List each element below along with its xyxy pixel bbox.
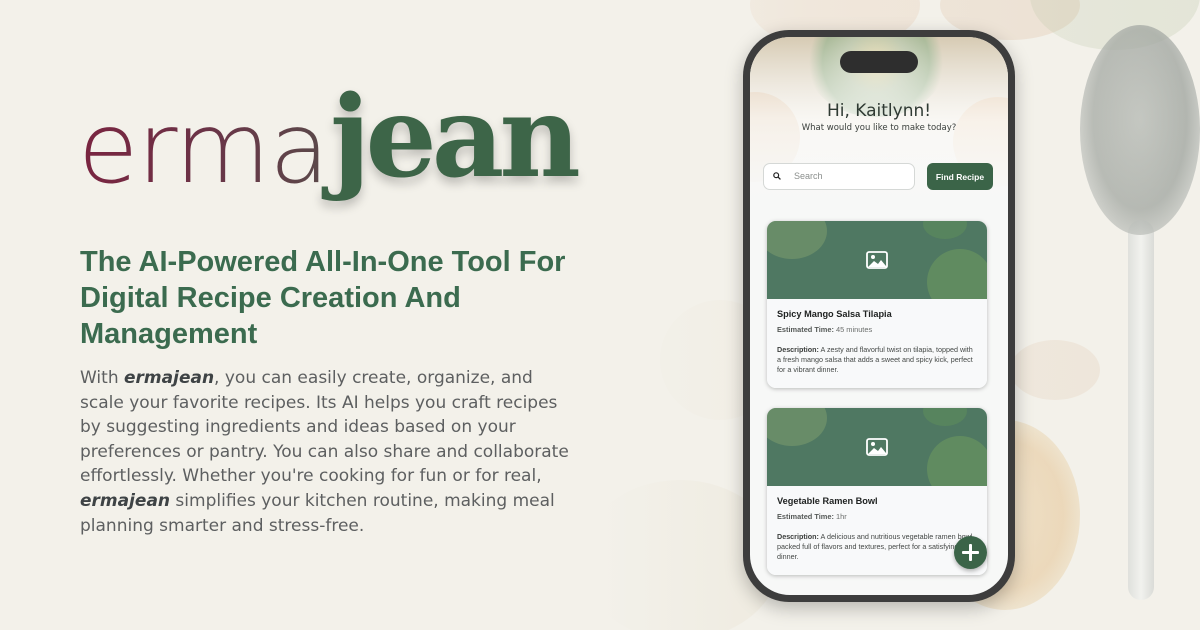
description-label: Description: (777, 345, 819, 354)
find-recipe-button[interactable]: Find Recipe (927, 163, 993, 190)
recipe-title: Spicy Mango Salsa Tilapia (777, 309, 892, 319)
para-text-1: With (80, 368, 125, 388)
recipe-description: Description: A zesty and flavorful twist… (777, 345, 977, 376)
time-value: 45 minutes (836, 325, 873, 334)
brand-logo: erma jean (78, 82, 581, 218)
recipe-time: Estimated Time: 45 minutes (777, 325, 872, 334)
time-label: Estimated Time: (777, 512, 834, 521)
logo-erma: erma (78, 92, 329, 206)
phone-mockup: Hi, Kaitlynn! What would you like to mak… (743, 30, 1015, 602)
recipe-image (767, 221, 987, 299)
greeting-subtitle: What would you like to make today? (801, 123, 957, 133)
phone-notch (840, 51, 918, 73)
recipe-image (767, 408, 987, 486)
recipe-time: Estimated Time: 1hr (777, 512, 847, 521)
description-label: Description: (777, 532, 819, 541)
description-paragraph: With ermajean, you can easily create, or… (80, 366, 570, 538)
search-placeholder: Search (794, 171, 823, 181)
para-brand-2: ermajean (80, 490, 171, 511)
headline: The AI-Powered All-In-One Tool For Digit… (80, 246, 566, 350)
time-label: Estimated Time: (777, 325, 834, 334)
greeting: Hi, Kaitlynn! (826, 101, 932, 121)
search-icon (773, 172, 781, 180)
recipe-card-body: Vegetable Ramen Bowl Estimated Time: 1hr… (767, 486, 987, 575)
image-placeholder-icon (866, 251, 888, 269)
recipe-card-body: Spicy Mango Salsa Tilapia Estimated Time… (767, 299, 987, 388)
phone-screen: Hi, Kaitlynn! What would you like to mak… (750, 37, 1008, 595)
recipe-title: Vegetable Ramen Bowl (777, 496, 878, 506)
search-input[interactable]: Search (763, 163, 915, 190)
logo-jean: jean (330, 72, 581, 203)
add-recipe-button[interactable] (954, 536, 987, 569)
time-value: 1hr (836, 512, 847, 521)
recipe-description: Description: A delicious and nutritious … (777, 532, 977, 563)
para-brand-1: ermajean (124, 368, 215, 388)
recipe-card[interactable]: Spicy Mango Salsa Tilapia Estimated Time… (767, 221, 987, 388)
image-placeholder-icon (866, 438, 888, 456)
